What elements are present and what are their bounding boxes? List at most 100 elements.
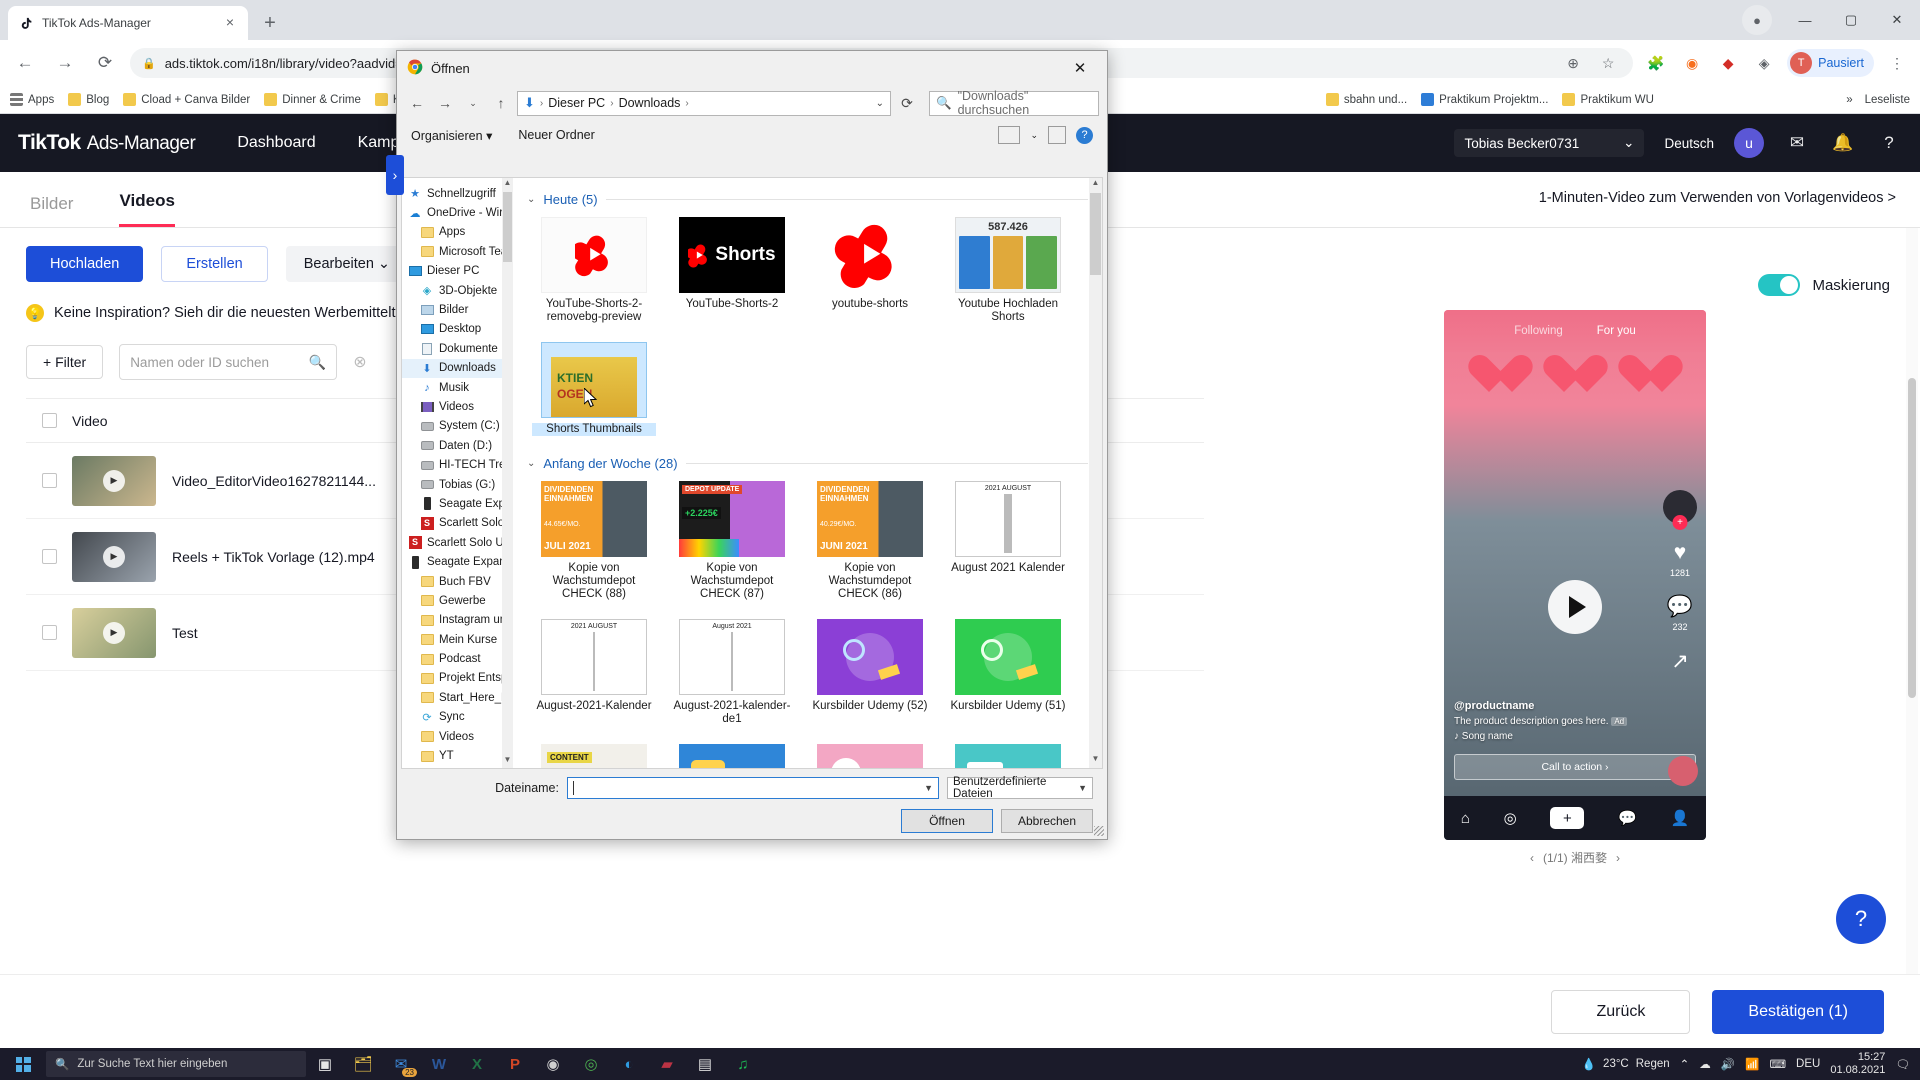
network-icon[interactable]: 📶 <box>1745 1057 1759 1071</box>
help-icon[interactable]: ? <box>1076 126 1093 144</box>
sidebar-item-scarlett-solo-usb[interactable]: S Scarlett Solo USB <box>402 533 502 552</box>
scroll-up-icon[interactable]: ▲ <box>502 178 513 191</box>
help-icon[interactable]: ? <box>1876 130 1902 156</box>
share-action[interactable]: ↗ <box>1671 649 1689 674</box>
close-tab-icon[interactable]: × <box>222 15 238 31</box>
video-thumbnail[interactable]: ▶ <box>72 531 156 582</box>
create-button[interactable]: Erstellen <box>161 246 268 282</box>
bookmark-blog[interactable]: Blog <box>68 93 109 106</box>
preview-cta-button[interactable]: Call to action › <box>1454 754 1696 780</box>
profile-icon[interactable]: 👤 <box>1670 809 1689 827</box>
reload-button[interactable]: ⟳ <box>90 48 120 78</box>
refresh-button[interactable]: ⟳ <box>895 91 919 115</box>
zoom-icon[interactable]: ⊕ <box>1560 50 1586 76</box>
sidebar-item-videos[interactable]: Videos <box>402 397 502 416</box>
file-cell[interactable]: DEPOT UPDATE +2.225€ Kopie von Wachstumd… <box>663 481 801 601</box>
language-selector[interactable]: Deutsch <box>1664 136 1714 151</box>
star-icon[interactable]: ☆ <box>1595 50 1621 76</box>
avatar[interactable]: + <box>1663 490 1697 530</box>
reading-list-button[interactable]: Leseliste <box>1865 94 1910 106</box>
file-grid-scrollbar[interactable]: ▲ ▼ <box>1089 178 1102 768</box>
sidebar-item-hi-tech-treiber[interactable]: HI-TECH Treiber <box>402 455 502 474</box>
sidebar-item-videos[interactable]: Videos <box>402 727 502 746</box>
spotify-icon[interactable]: ♫ <box>724 1048 762 1080</box>
sidebar-item-seagate-expansi[interactable]: Seagate Expansi <box>402 494 502 513</box>
sidebar-item-microsoft-teams[interactable]: Microsoft Teams <box>402 242 502 261</box>
mail-icon[interactable]: ✉ 23 <box>382 1048 420 1080</box>
back-button[interactable]: Zurück <box>1551 989 1691 1034</box>
comment-action[interactable]: 💬 232 <box>1667 595 1693 632</box>
file-cell[interactable]: youtube-shorts <box>801 217 939 324</box>
file-cell[interactable]: 2021 AUGUST August-2021-Kalender <box>525 619 663 726</box>
organize-button[interactable]: Organisieren ▾ <box>411 128 492 143</box>
chevron-down-icon[interactable]: ⌄ <box>527 194 535 205</box>
row-checkbox[interactable] <box>26 473 72 488</box>
browser-tab[interactable]: TikTok Ads-Manager × <box>8 6 248 40</box>
select-all-checkbox[interactable] <box>26 413 72 428</box>
new-folder-button[interactable]: Neuer Ordner <box>518 128 594 142</box>
close-icon[interactable]: ✕ <box>1059 52 1101 84</box>
browser-profile-avatar[interactable]: ● <box>1736 0 1782 40</box>
sidebar-item-musik[interactable]: ♪ Musik <box>402 378 502 397</box>
browser-menu-icon[interactable]: ⋮ <box>1884 50 1910 76</box>
file-cell[interactable] <box>801 744 939 768</box>
follow-plus-icon[interactable]: + <box>1672 515 1688 530</box>
file-cell[interactable] <box>663 744 801 768</box>
breadcrumb[interactable]: ⬇ › Dieser PC › Downloads › ⌄ <box>517 90 891 116</box>
pager-prev-icon[interactable]: ‹ <box>1530 851 1534 865</box>
notification-icon[interactable]: 🗨 <box>1895 1057 1910 1071</box>
panel-collapse-toggle[interactable]: › <box>386 155 404 195</box>
user-avatar[interactable]: u <box>1734 128 1764 158</box>
filename-input[interactable]: ▼ <box>567 777 939 799</box>
bookmark-praktikum-wu[interactable]: Praktikum WU <box>1562 93 1654 106</box>
tab-for-you[interactable]: For you <box>1597 325 1636 337</box>
tab-following[interactable]: Following <box>1514 325 1563 337</box>
recent-locations-icon[interactable]: ⌄ <box>461 91 485 115</box>
new-tab-button[interactable]: + <box>256 9 284 37</box>
chevron-down-icon[interactable]: ⌄ <box>527 458 535 469</box>
search-input[interactable]: Namen oder ID suchen 🔍 <box>119 344 338 380</box>
extension2-icon[interactable]: ◈ <box>1751 50 1777 76</box>
inbox-icon[interactable]: ✉ <box>1784 130 1810 156</box>
breadcrumb-downloads[interactable]: Downloads <box>619 96 681 110</box>
sidebar-item-desktop[interactable]: Desktop <box>402 320 502 339</box>
forward-button[interactable]: → <box>433 91 457 115</box>
file-cell[interactable]: 587.426 Youtube Hochladen Shorts <box>939 217 1077 324</box>
chevron-down-icon[interactable]: ⌄ <box>876 98 884 109</box>
scroll-down-icon[interactable]: ▼ <box>502 755 513 768</box>
bookmark-dinner-crime[interactable]: Dinner & Crime <box>264 93 361 106</box>
sidebar-item-podcast[interactable]: Podcast <box>402 649 502 668</box>
avast-icon[interactable]: ◉ <box>1679 50 1705 76</box>
sidebar-item-daten-d[interactable]: Daten (D:) <box>402 436 502 455</box>
file-cell[interactable]: August 2021 August-2021-kalender-de1 <box>663 619 801 726</box>
page-scrollbar[interactable] <box>1906 228 1918 1048</box>
scrollbar-thumb[interactable] <box>1090 193 1101 275</box>
edit-button[interactable]: Bearbeiten ⌄ <box>285 246 409 282</box>
sidebar-item-buch-fbv[interactable]: Buch FBV <box>402 572 502 591</box>
lastpass-icon[interactable]: ◆ <box>1715 50 1741 76</box>
cancel-button[interactable]: Abbrechen <box>1001 809 1093 833</box>
file-cell[interactable]: 2021 AUGUST August 2021 Kalender <box>939 481 1077 601</box>
scroll-down-icon[interactable]: ▼ <box>1089 754 1102 768</box>
add-video-icon[interactable]: + <box>1550 807 1585 829</box>
breadcrumb-dieser-pc[interactable]: Dieser PC <box>548 96 605 110</box>
group-header-anfang-der-woche[interactable]: ⌄ Anfang der Woche (28) <box>527 456 1102 471</box>
minimize-button[interactable]: — <box>1782 0 1828 40</box>
resize-grip[interactable] <box>1094 826 1104 836</box>
scrollbar-thumb[interactable] <box>503 192 512 262</box>
sidebar-item-3d-objekte[interactable]: ◈ 3D-Objekte <box>402 281 502 300</box>
video-thumbnail[interactable]: ▶ <box>72 607 156 658</box>
file-explorer-icon[interactable]: 🗂 <box>344 1048 382 1080</box>
sidebar-item-onedrive-wirtsc[interactable]: ☁ OneDrive - Wirtsc <box>402 203 503 222</box>
scrollbar-thumb[interactable] <box>1908 378 1916 698</box>
keyboard-icon[interactable]: ⌨ <box>1769 1057 1786 1071</box>
sidebar-item-yt[interactable]: YT <box>402 746 502 765</box>
obs-icon[interactable]: ◉ <box>534 1048 572 1080</box>
file-cell[interactable]: CONTENT <box>525 744 663 768</box>
preview-play-button[interactable] <box>1548 579 1602 634</box>
scroll-up-icon[interactable]: ▲ <box>1089 178 1102 192</box>
filetype-select[interactable]: Benutzerdefinierte Dateien ▼ <box>947 776 1093 800</box>
discover-icon[interactable]: ◎ <box>1504 809 1517 827</box>
close-window-button[interactable]: ✕ <box>1874 0 1920 40</box>
sidebar-item-start-here-mac[interactable]: Start_Here_Mac. <box>402 688 502 707</box>
